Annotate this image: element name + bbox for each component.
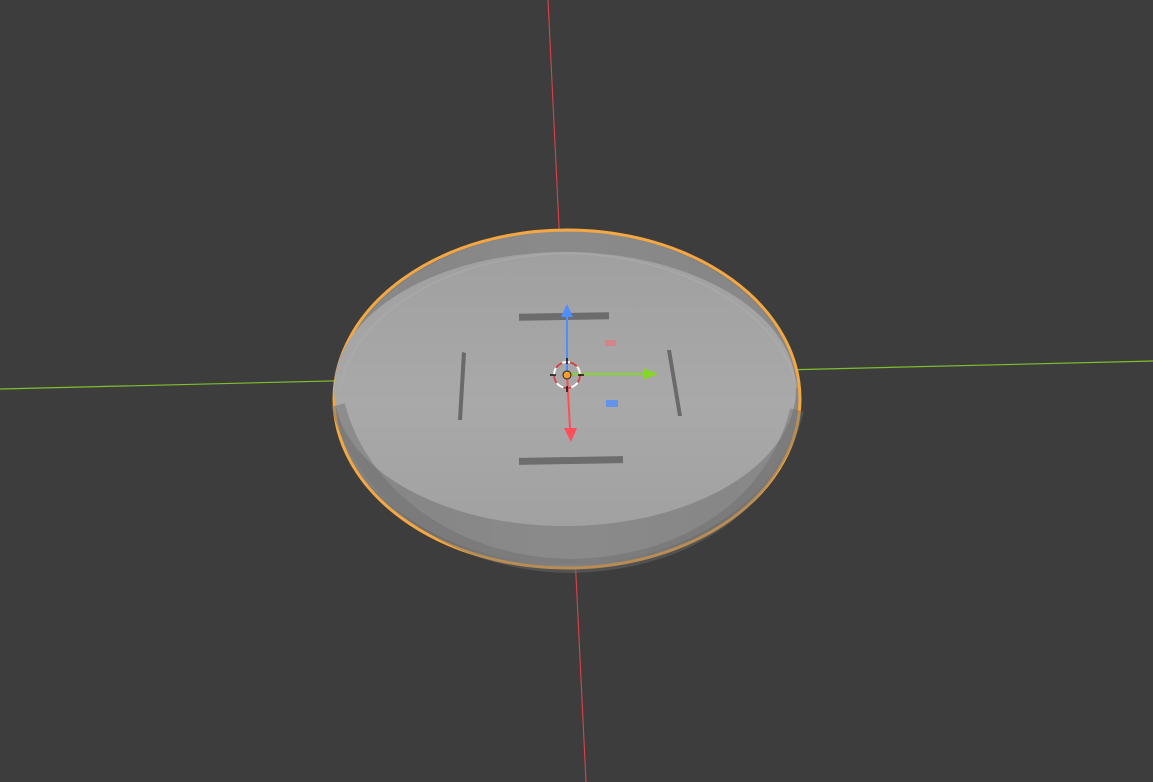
- plane-xy-handle-icon[interactable]: [606, 400, 618, 407]
- 3d-viewport[interactable]: [0, 0, 1153, 782]
- selected-tray-object[interactable]: [331, 228, 804, 574]
- origin-point-icon[interactable]: [562, 370, 572, 380]
- tray-inner-floor: [334, 252, 796, 526]
- plane-xz-handle-icon[interactable]: [605, 340, 616, 346]
- viewport-scene[interactable]: [0, 0, 1153, 782]
